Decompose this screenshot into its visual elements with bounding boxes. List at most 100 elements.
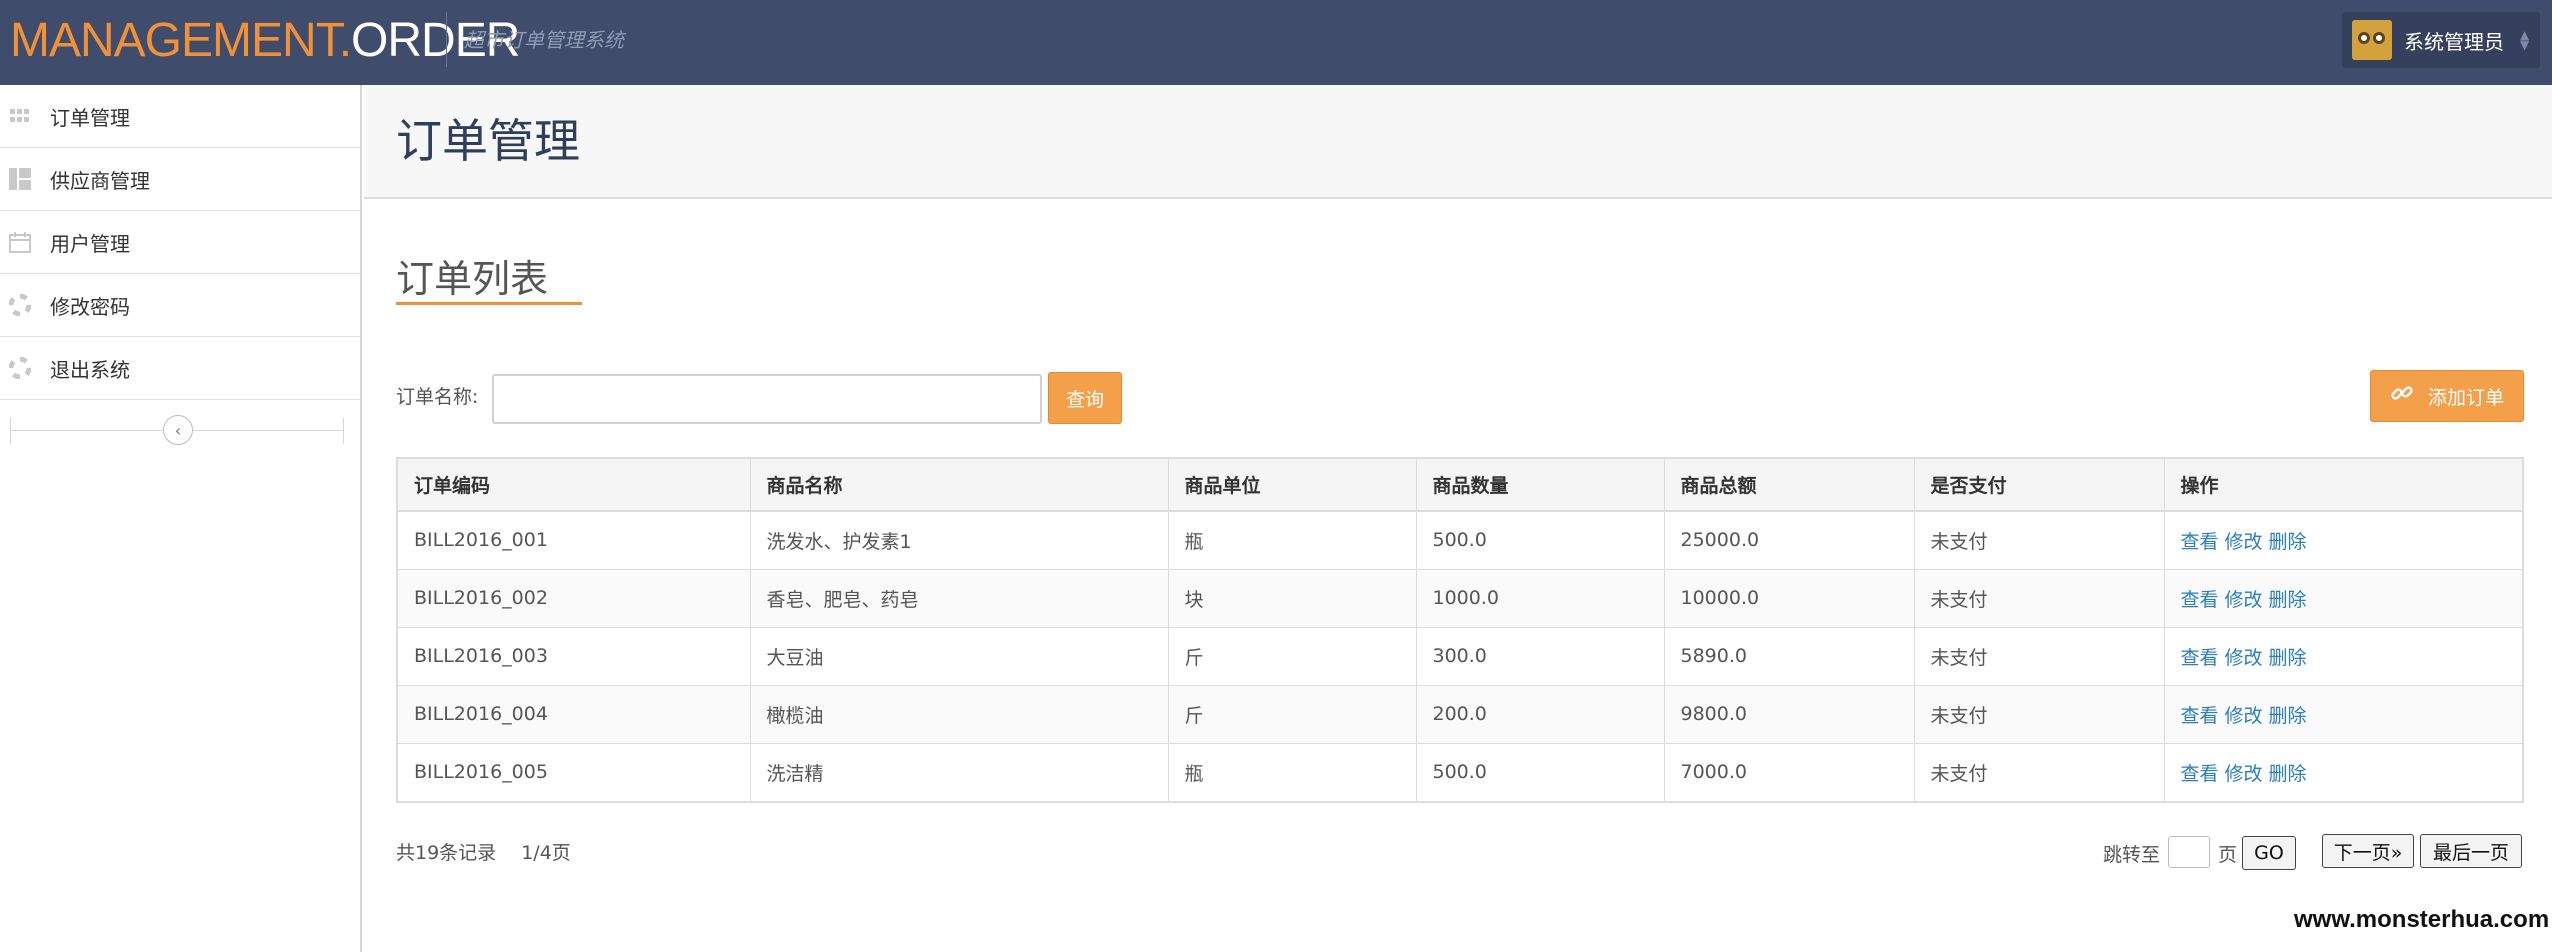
cell-quantity: 1000.0 <box>1416 569 1665 628</box>
sidebar-item-label: 退出系统 <box>50 357 130 382</box>
cell-unit: 斤 <box>1168 685 1417 744</box>
query-button[interactable]: 查询 <box>1048 372 1122 424</box>
delete-link[interactable]: 删除 <box>2269 763 2307 785</box>
cell-quantity: 300.0 <box>1416 627 1665 686</box>
brand-divider <box>446 12 447 67</box>
col-header-paid: 是否支付 <box>1914 459 2165 512</box>
add-order-button[interactable]: 添加订单 <box>2370 370 2524 422</box>
cell-paid: 未支付 <box>1914 627 2165 686</box>
last-page-button[interactable]: 最后一页 <box>2420 834 2522 868</box>
edit-link[interactable]: 修改 <box>2225 589 2263 611</box>
view-link[interactable]: 查看 <box>2181 705 2219 727</box>
page-title: 订单管理 <box>396 114 580 168</box>
delete-link[interactable]: 删除 <box>2269 705 2307 727</box>
table-row: BILL2016_005 洗洁精 瓶 500.0 7000.0 未支付 查看 修改… <box>398 743 2522 801</box>
sidebar-item-label: 用户管理 <box>50 231 130 256</box>
edit-link[interactable]: 修改 <box>2225 531 2263 553</box>
cell-unit: 斤 <box>1168 627 1417 686</box>
page-jump-input[interactable] <box>2168 836 2210 868</box>
cell-unit: 瓶 <box>1168 511 1417 570</box>
table-row: BILL2016_002 香皂、肥皂、药皂 块 1000.0 10000.0 未… <box>398 569 2522 628</box>
delete-link[interactable]: 删除 <box>2269 589 2307 611</box>
edit-link[interactable]: 修改 <box>2225 705 2263 727</box>
orders-table: 订单编码 商品名称 商品单位 商品数量 商品总额 是否支付 操作 BILL201… <box>396 457 2524 803</box>
sidebar-item-label: 供应商管理 <box>50 168 150 193</box>
layout-icon <box>8 167 32 191</box>
lifebuoy-icon <box>8 293 32 317</box>
cell-order-code: BILL2016_003 <box>398 627 751 686</box>
cell-quantity: 500.0 <box>1416 511 1665 570</box>
cell-paid: 未支付 <box>1914 743 2165 801</box>
col-header-order-code: 订单编码 <box>398 459 751 512</box>
view-link[interactable]: 查看 <box>2181 589 2219 611</box>
search-label: 订单名称: <box>396 386 479 408</box>
avatar <box>2352 20 2392 60</box>
sidebar-item-logout[interactable]: 退出系统 <box>0 337 360 400</box>
user-name: 系统管理员 <box>2404 29 2504 54</box>
cell-actions: 查看 修改 删除 <box>2164 627 2522 686</box>
watermark: www.monsterhua.com <box>2294 906 2550 933</box>
cell-order-code: BILL2016_001 <box>398 511 751 570</box>
cell-order-code: BILL2016_002 <box>398 569 751 628</box>
col-header-total: 商品总额 <box>1664 459 1915 512</box>
page-header: 订单管理 <box>364 85 2552 199</box>
cell-product-name: 香皂、肥皂、药皂 <box>750 569 1169 628</box>
jump-label: 跳转至 <box>2103 844 2161 866</box>
view-link[interactable]: 查看 <box>2181 531 2219 553</box>
col-header-unit: 商品单位 <box>1168 459 1417 512</box>
sidebar-item-users[interactable]: 用户管理 <box>0 211 360 274</box>
divider <box>10 418 11 444</box>
calendar-icon <box>8 230 32 254</box>
cell-total: 9800.0 <box>1664 685 1915 744</box>
cell-unit: 瓶 <box>1168 743 1417 801</box>
jump-unit: 页 <box>2218 844 2238 866</box>
table-row: BILL2016_001 洗发水、护发素1 瓶 500.0 25000.0 未支… <box>398 511 2522 570</box>
avatar-eye-left <box>2358 32 2370 44</box>
col-header-actions: 操作 <box>2164 459 2522 512</box>
brand-subtitle: 超市订单管理系统 <box>464 28 624 52</box>
cell-paid: 未支付 <box>1914 569 2165 628</box>
cell-actions: 查看 修改 删除 <box>2164 511 2522 570</box>
cell-product-name: 橄榄油 <box>750 685 1169 744</box>
sidebar-item-suppliers[interactable]: 供应商管理 <box>0 148 360 211</box>
cell-product-name: 洗发水、护发素1 <box>750 511 1169 570</box>
cell-unit: 块 <box>1168 569 1417 628</box>
sidebar-item-change-password[interactable]: 修改密码 <box>0 274 360 337</box>
add-order-label: 添加订单 <box>2427 386 2504 409</box>
col-header-quantity: 商品数量 <box>1416 459 1665 512</box>
table-row: BILL2016_003 大豆油 斤 300.0 5890.0 未支付 查看 修改… <box>398 627 2522 686</box>
delete-link[interactable]: 删除 <box>2269 531 2307 553</box>
divider <box>343 418 344 444</box>
cell-actions: 查看 修改 删除 <box>2164 569 2522 628</box>
cell-product-name: 洗洁精 <box>750 743 1169 801</box>
cell-total: 7000.0 <box>1664 743 1915 801</box>
go-button[interactable]: GO <box>2242 836 2296 870</box>
sidebar-item-orders[interactable]: 订单管理 <box>0 85 360 148</box>
link-icon <box>2390 381 2414 411</box>
next-page-button[interactable]: 下一页» <box>2322 834 2414 868</box>
col-header-product-name: 商品名称 <box>750 459 1169 512</box>
table-header-row: 订单编码 商品名称 商品单位 商品数量 商品总额 是否支付 操作 <box>398 459 2522 512</box>
brand-part1: MANAGEMENT. <box>10 13 352 67</box>
edit-link[interactable]: 修改 <box>2225 763 2263 785</box>
view-link[interactable]: 查看 <box>2181 647 2219 669</box>
cell-total: 25000.0 <box>1664 511 1915 570</box>
cell-order-code: BILL2016_004 <box>398 685 751 744</box>
edit-link[interactable]: 修改 <box>2225 647 2263 669</box>
table-row: BILL2016_004 橄榄油 斤 200.0 9800.0 未支付 查看 修改… <box>398 685 2522 744</box>
cell-total: 10000.0 <box>1664 569 1915 628</box>
cell-product-name: 大豆油 <box>750 627 1169 686</box>
sort-caret-icon: ▲ ▼ <box>2520 28 2530 52</box>
delete-link[interactable]: 删除 <box>2269 647 2307 669</box>
chevron-left-icon[interactable]: ‹ <box>163 415 193 445</box>
order-name-input[interactable] <box>492 374 1042 424</box>
top-bar: MANAGEMENT. ORDER 超市订单管理系统 系统管理员 ▲ ▼ <box>0 0 2552 85</box>
sidebar-collapse-row: ‹ <box>0 400 360 460</box>
view-link[interactable]: 查看 <box>2181 763 2219 785</box>
user-menu[interactable]: 系统管理员 ▲ ▼ <box>2342 12 2540 68</box>
cell-order-code: BILL2016_005 <box>398 743 751 801</box>
cell-actions: 查看 修改 删除 <box>2164 743 2522 801</box>
section-title: 订单列表 <box>396 257 549 301</box>
cell-paid: 未支付 <box>1914 685 2165 744</box>
grid-icon <box>8 104 32 128</box>
